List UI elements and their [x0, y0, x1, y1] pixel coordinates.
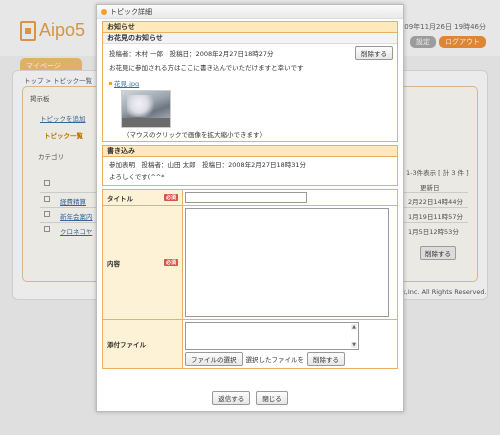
title-label-cell: タイトル 必須 — [103, 190, 183, 205]
attach-value-cell: ▲ ▼ ファイルの選択 選択したファイルを 削除する — [183, 320, 397, 368]
content-label: 内容 — [107, 259, 120, 268]
content-value-cell — [183, 206, 397, 319]
file-note: 選択したファイルを — [245, 356, 305, 364]
dialog-title-bar[interactable]: トピック詳細 — [97, 5, 403, 19]
content-row: 内容 必須 — [103, 206, 397, 320]
attachment-link[interactable]: 花見.jpg — [114, 78, 139, 88]
file-controls: ファイルの選択 選択したファイルを 削除する — [185, 352, 395, 366]
bullet-icon — [109, 81, 112, 85]
notice-section: お知らせ お花見のお知らせ 投稿者：木村 一郎 投稿日：2008年2月27日18… — [102, 21, 398, 142]
notice-body: お花見に参加される方はここに書き込んでいただけますと幸いです — [109, 64, 304, 72]
attachment-thumbnail[interactable] — [121, 90, 171, 128]
dialog-icon — [101, 8, 107, 15]
attached-file-list[interactable]: ▲ ▼ — [185, 322, 359, 350]
attachment-item: 花見.jpg — [103, 76, 397, 89]
dialog-footer: 返信する 閉じる — [97, 391, 403, 405]
notice-meta-row: 投稿者：木村 一郎 投稿日：2008年2月27日18時27分 削除する — [103, 44, 397, 60]
reply-body: よろしくです(^^* — [109, 173, 165, 181]
required-badge: 必須 — [163, 194, 178, 201]
scroll-down-icon[interactable]: ▼ — [351, 342, 357, 348]
reply-section: 書き込み 参加表明 投稿者：山田 太郎 投稿日：2008年2月27日18時31分… — [102, 145, 398, 186]
file-delete-button[interactable]: 削除する — [307, 352, 345, 366]
photo-caption: （マウスのクリックで画像を拡大縮小できます） — [123, 131, 266, 139]
title-label: タイトル — [107, 194, 133, 203]
topic-detail-dialog: トピック詳細 お知らせ お花見のお知らせ 投稿者：木村 一郎 投稿日：2008年… — [96, 4, 404, 412]
notice-header: お知らせ — [103, 22, 397, 33]
attach-label: 添付ファイル — [107, 341, 146, 349]
reply-header: 書き込み — [103, 146, 397, 157]
title-value-cell — [183, 190, 397, 205]
attach-row: 添付ファイル ▲ ▼ ファイルの選択 選択したファイルを 削除する — [103, 320, 397, 368]
close-button[interactable]: 閉じる — [256, 391, 288, 405]
attach-label-cell: 添付ファイル — [103, 320, 183, 368]
notice-meta: 投稿者：木村 一郎 投稿日：2008年2月27日18時27分 — [109, 50, 274, 58]
delete-topic-button[interactable]: 削除する — [355, 46, 393, 60]
scroll-up-icon[interactable]: ▲ — [351, 324, 357, 330]
required-badge: 必須 — [163, 259, 178, 266]
title-row: タイトル 必須 — [103, 190, 397, 206]
notice-subject: お花見のお知らせ — [103, 33, 397, 44]
content-label-cell: 内容 必須 — [103, 206, 183, 319]
content-textarea[interactable] — [185, 208, 389, 317]
dialog-title: トピック詳細 — [110, 7, 152, 16]
reply-meta: 参加表明 投稿者：山田 太郎 投稿日：2008年2月27日18時31分 — [109, 161, 307, 169]
title-input[interactable] — [185, 192, 307, 203]
reply-form: タイトル 必須 内容 必須 添付ファイル ▲ ▼ ファイルの選択 選択したファイ… — [102, 189, 398, 369]
submit-reply-button[interactable]: 返信する — [212, 391, 251, 405]
dialog-body: お知らせ お花見のお知らせ 投稿者：木村 一郎 投稿日：2008年2月27日18… — [102, 21, 398, 376]
file-select-button[interactable]: ファイルの選択 — [185, 352, 243, 366]
